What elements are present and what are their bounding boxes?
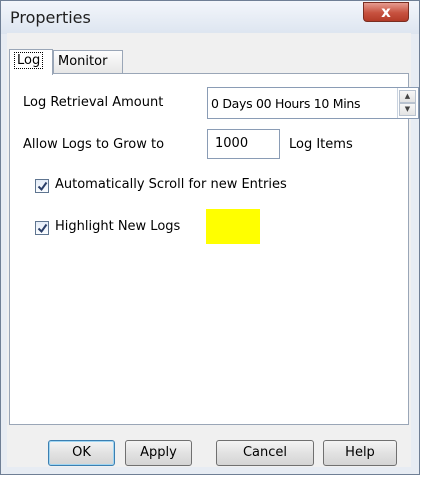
checkmark-icon xyxy=(37,181,48,192)
apply-button[interactable]: Apply xyxy=(125,440,192,466)
spin-buttons: ▲ ▼ xyxy=(397,88,418,118)
spin-down-icon: ▼ xyxy=(404,105,411,113)
highlight-color-swatch[interactable] xyxy=(206,209,260,244)
highlight-new-logs-label: Highlight New Logs xyxy=(55,219,181,234)
tab-log-label: Log xyxy=(14,52,44,69)
ok-button[interactable]: OK xyxy=(48,440,115,466)
auto-scroll-label: Automatically Scroll for new Entries xyxy=(55,177,287,192)
log-retrieval-spinbox[interactable]: 0 Days 00 Hours 10 Mins ▲ ▼ xyxy=(207,87,419,119)
tab-log[interactable]: Log xyxy=(9,49,53,75)
log-retrieval-value: 0 Days 00 Hours 10 Mins xyxy=(211,96,361,111)
close-button[interactable]: x xyxy=(363,2,409,22)
log-retrieval-label: Log Retrieval Amount xyxy=(23,95,164,110)
cancel-button[interactable]: Cancel xyxy=(216,440,314,466)
tab-monitor-label: Monitor xyxy=(58,54,108,69)
log-items-suffix: Log Items xyxy=(289,137,353,152)
spin-up-button[interactable]: ▲ xyxy=(399,90,416,103)
title-bar: Properties x xyxy=(1,1,419,34)
allow-logs-label: Allow Logs to Grow to xyxy=(23,137,165,152)
tab-monitor[interactable]: Monitor xyxy=(53,50,123,74)
auto-scroll-checkbox[interactable] xyxy=(35,179,49,193)
log-items-field[interactable]: 1000 xyxy=(207,129,280,159)
help-button[interactable]: Help xyxy=(323,440,397,466)
highlight-new-logs-checkbox[interactable] xyxy=(35,221,49,235)
spin-down-button[interactable]: ▼ xyxy=(399,103,416,116)
log-items-value: 1000 xyxy=(215,136,249,151)
close-icon: x xyxy=(381,3,391,21)
log-tab-panel xyxy=(9,73,409,425)
checkmark-icon xyxy=(37,223,48,234)
window-title: Properties xyxy=(10,8,91,27)
spin-up-icon: ▲ xyxy=(404,92,411,100)
